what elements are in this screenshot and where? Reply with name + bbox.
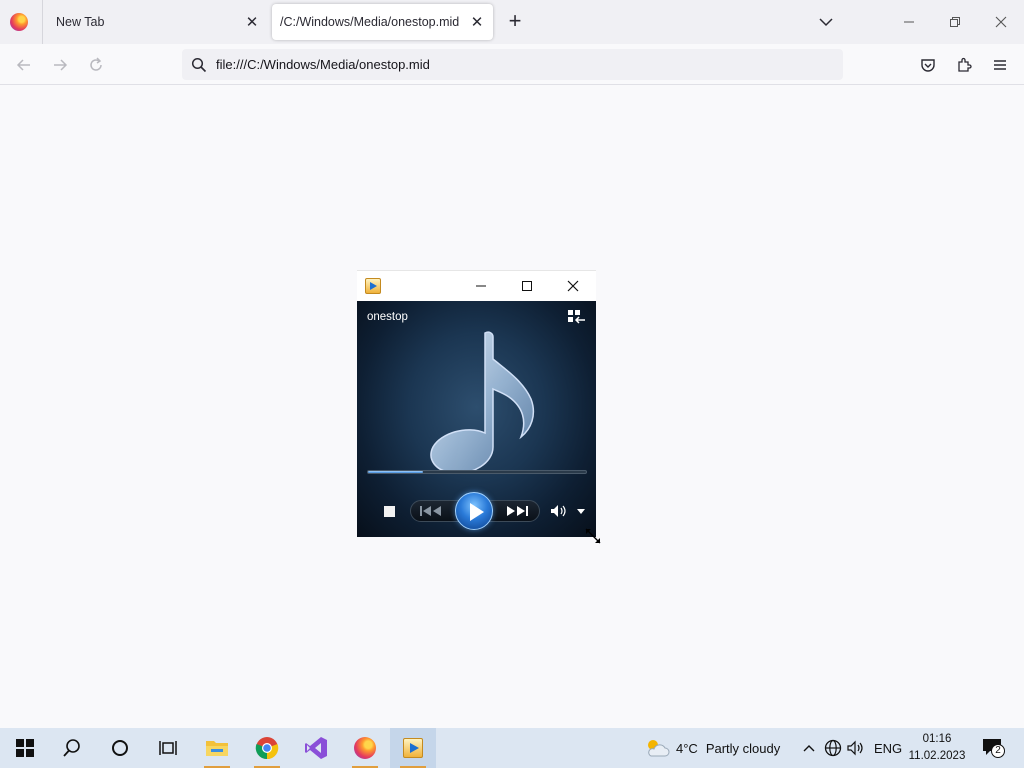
switch-to-library-icon[interactable]	[568, 309, 586, 325]
tab-divider	[42, 0, 43, 44]
restore-window-button[interactable]	[943, 10, 967, 34]
volume-dropdown-icon[interactable]	[575, 505, 587, 517]
tab-title: /C:/Windows/Media/onestop.mid	[280, 15, 460, 29]
speaker-icon[interactable]	[845, 728, 867, 768]
player-minimize-button[interactable]	[466, 274, 496, 298]
stop-button[interactable]	[382, 504, 396, 518]
back-button[interactable]	[11, 52, 37, 78]
media-player-titlebar[interactable]	[357, 270, 596, 301]
firefox-icon[interactable]	[342, 728, 388, 768]
cortana-icon[interactable]	[97, 728, 143, 768]
firefox-logo-icon[interactable]	[10, 13, 28, 31]
play-button[interactable]	[455, 492, 493, 530]
tab-onestop[interactable]: /C:/Windows/Media/onestop.mid ✕	[272, 4, 493, 40]
minimize-window-button[interactable]	[897, 10, 921, 34]
search-icon[interactable]	[49, 728, 95, 768]
url-input[interactable]	[216, 57, 816, 72]
weather-widget[interactable]: 4°C Partly cloudy	[644, 728, 780, 768]
task-view-icon[interactable]	[145, 728, 191, 768]
close-tab-icon[interactable]: ✕	[465, 10, 489, 34]
taskbar: 4°C Partly cloudy ENG 01:16 11.02.2023 2	[0, 728, 1024, 768]
reload-button[interactable]	[83, 52, 109, 78]
visual-studio-icon[interactable]	[293, 728, 339, 768]
clock-date: 11.02.2023	[908, 750, 966, 762]
playback-controls	[357, 491, 596, 531]
start-icon[interactable]	[2, 728, 48, 768]
player-close-button[interactable]	[558, 274, 588, 298]
seek-bar[interactable]	[367, 470, 587, 474]
extensions-icon[interactable]	[951, 52, 977, 78]
navigation-toolbar	[0, 44, 1024, 85]
clock-time: 01:16	[922, 733, 952, 745]
tab-title: New Tab	[56, 15, 105, 29]
search-icon	[182, 49, 216, 80]
input-language[interactable]: ENG	[874, 728, 902, 768]
forward-button[interactable]	[47, 52, 73, 78]
media-player-icon[interactable]	[390, 728, 436, 768]
address-bar[interactable]	[182, 49, 843, 80]
weather-temperature: 4°C	[676, 740, 698, 756]
partly-cloudy-icon	[648, 740, 670, 757]
close-tab-icon[interactable]: ✕	[240, 10, 264, 34]
file-explorer-icon[interactable]	[194, 728, 240, 768]
media-player-app-icon	[365, 278, 381, 294]
system-clock[interactable]: 01:16 11.02.2023	[904, 731, 970, 765]
next-button[interactable]	[503, 501, 531, 521]
menu-icon[interactable]	[987, 52, 1013, 78]
list-all-tabs-icon[interactable]	[816, 12, 836, 32]
previous-button[interactable]	[417, 501, 445, 521]
new-tab-button[interactable]: +	[504, 10, 526, 34]
chrome-icon[interactable]	[244, 728, 290, 768]
show-hidden-icons-icon[interactable]	[800, 728, 818, 768]
tab-new-tab[interactable]: New Tab ✕	[44, 4, 268, 40]
track-name: onestop	[367, 311, 408, 323]
seek-progress	[368, 471, 423, 473]
notification-badge: 2	[991, 744, 1005, 758]
network-icon[interactable]	[822, 728, 844, 768]
music-note-icon	[430, 331, 535, 474]
close-window-button[interactable]	[989, 10, 1013, 34]
now-playing-area[interactable]: onestop	[357, 301, 596, 537]
pocket-icon[interactable]	[915, 52, 941, 78]
notification-center-icon[interactable]: 2	[976, 728, 1010, 768]
volume-icon[interactable]	[549, 503, 569, 519]
resize-cursor-icon	[584, 527, 604, 547]
media-player-window: onestop	[357, 270, 596, 537]
tab-strip: New Tab ✕ /C:/Windows/Media/onestop.mid …	[0, 0, 1024, 44]
weather-description: Partly cloudy	[705, 740, 781, 756]
player-maximize-button[interactable]	[512, 274, 542, 298]
